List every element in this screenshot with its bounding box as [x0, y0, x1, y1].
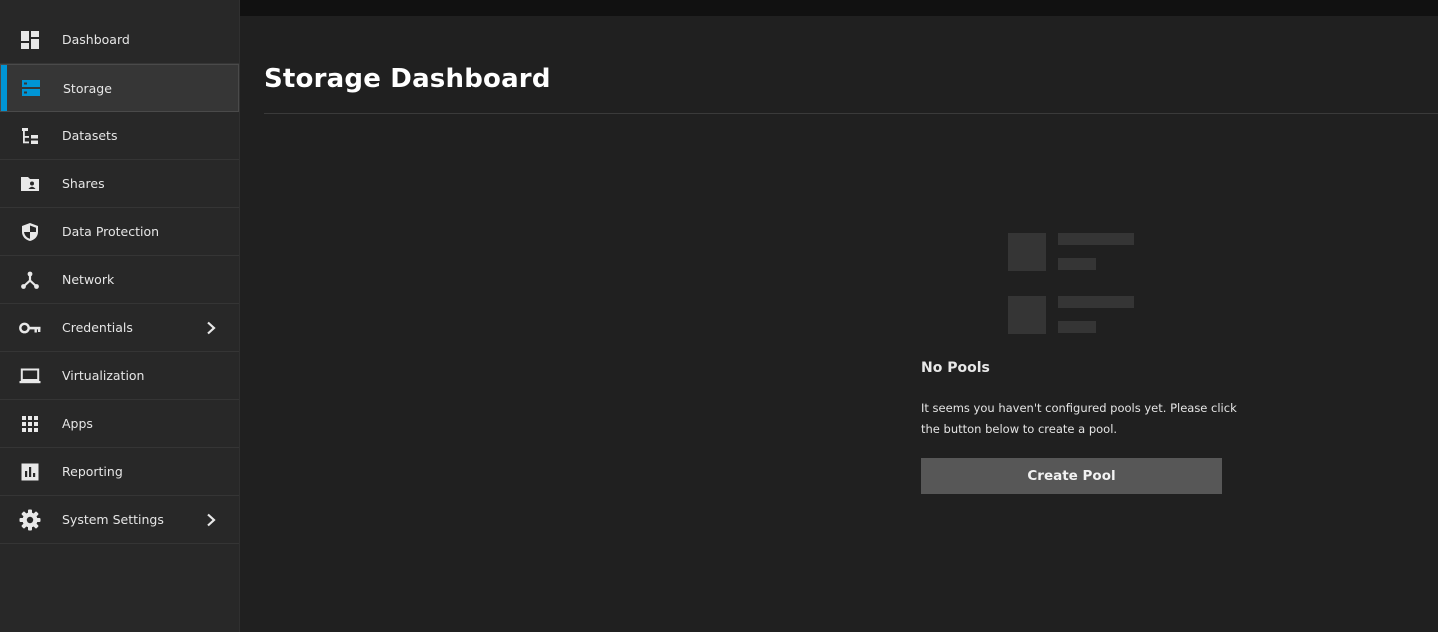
chevron-right-icon: [205, 321, 217, 335]
main-content: Storage Dashboard No Pools It seems you …: [240, 16, 1438, 632]
dashboard-icon: [19, 29, 41, 51]
reporting-chart-icon: [19, 461, 41, 483]
sidebar-item-system-settings[interactable]: System Settings: [0, 496, 239, 544]
title-divider: [264, 113, 1438, 114]
sidebar-item-credentials[interactable]: Credentials: [0, 304, 239, 352]
sidebar-item-label: Storage: [63, 80, 112, 96]
chevron-right-icon: [205, 513, 217, 527]
key-icon: [19, 317, 41, 339]
sidebar-item-label: Datasets: [62, 128, 118, 143]
top-toolbar: [240, 0, 1438, 16]
no-pools-illustration-icon: [1008, 233, 1138, 337]
apps-grid-icon: [19, 413, 41, 435]
gear-icon: [19, 509, 41, 531]
network-icon: [19, 269, 41, 291]
sidebar-item-label: Network: [62, 272, 115, 287]
sidebar-item-dashboard[interactable]: Dashboard: [0, 16, 239, 64]
sidebar-item-label: Dashboard: [62, 32, 130, 47]
sidebar-item-label: System Settings: [62, 512, 164, 527]
laptop-icon: [19, 365, 41, 387]
sidebar-item-datasets[interactable]: Datasets: [0, 112, 239, 160]
sidebar-item-shares[interactable]: Shares: [0, 160, 239, 208]
sidebar-item-label: Data Protection: [62, 224, 160, 239]
sidebar-item-data-protection[interactable]: Data Protection: [0, 208, 239, 256]
empty-state-title: No Pools: [921, 360, 990, 376]
sidebar-item-label: Reporting: [62, 464, 123, 479]
sidebar-item-reporting[interactable]: Reporting: [0, 448, 239, 496]
page-title: Storage Dashboard: [264, 64, 551, 94]
sidebar-item-label: Shares: [62, 176, 105, 191]
sidebar: Dashboard Storage Datasets Shares Data P…: [0, 0, 240, 632]
sidebar-item-label: Credentials: [62, 320, 133, 335]
create-pool-button[interactable]: Create Pool: [921, 458, 1222, 494]
sidebar-item-network[interactable]: Network: [0, 256, 239, 304]
storage-icon: [20, 77, 42, 99]
datasets-icon: [19, 125, 41, 147]
sidebar-item-apps[interactable]: Apps: [0, 400, 239, 448]
shares-folder-icon: [19, 173, 41, 195]
sidebar-header: [0, 0, 239, 16]
sidebar-item-label: Virtualization: [62, 368, 145, 383]
empty-state-message: It seems you haven't configured pools ye…: [921, 401, 1237, 436]
sidebar-item-label: Apps: [62, 416, 93, 431]
sidebar-item-storage[interactable]: Storage: [0, 64, 239, 112]
sidebar-item-virtualization[interactable]: Virtualization: [0, 352, 239, 400]
shield-icon: [19, 221, 41, 243]
